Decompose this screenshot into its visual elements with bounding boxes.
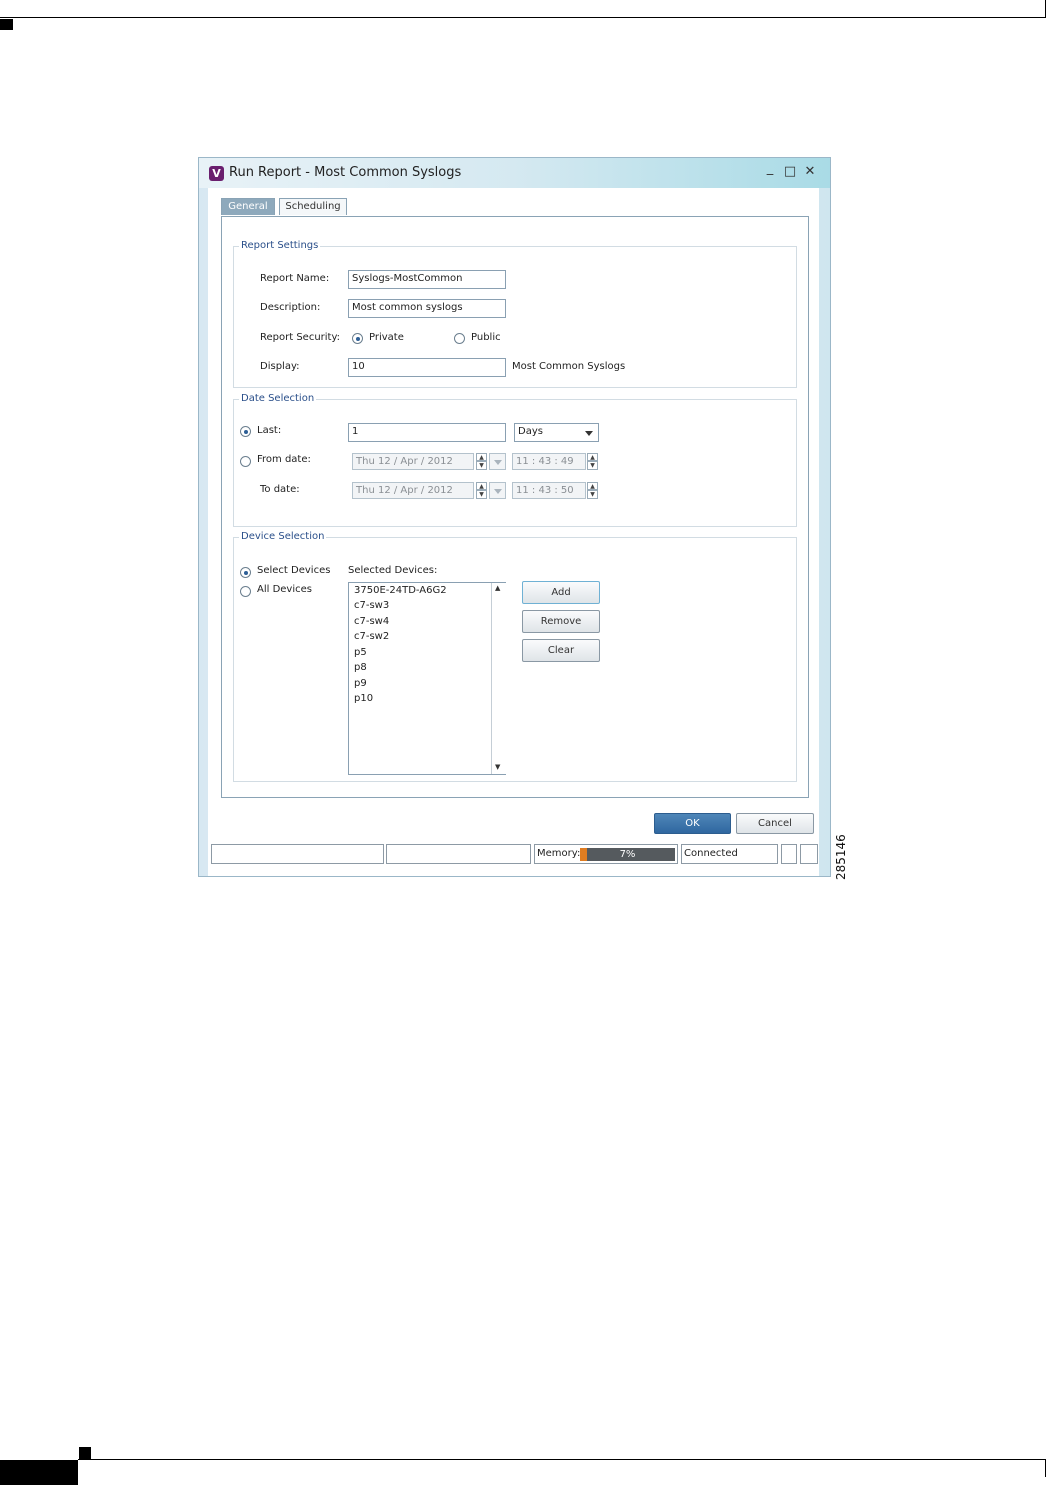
scroll-up-icon[interactable]: ▲ (495, 584, 500, 592)
general-tab-panel: Report Settings Report Name: Syslogs-Mos… (221, 216, 809, 798)
to-date-field[interactable]: Thu 12 / Apr / 2012 (352, 482, 474, 499)
select-devices-radio[interactable] (240, 567, 251, 578)
close-button[interactable]: ✕ (802, 164, 818, 180)
to-date-calendar-dropdown[interactable] (489, 482, 506, 499)
connection-status: Connected (681, 844, 778, 864)
page-bottom-rule-tick (1045, 1459, 1046, 1477)
select-devices-label: Select Devices (257, 565, 331, 576)
status-cell-6 (800, 844, 818, 864)
report-settings-legend: Report Settings (239, 240, 321, 251)
selected-devices-label: Selected Devices: (348, 565, 438, 576)
all-devices-label: All Devices (257, 584, 312, 595)
list-item[interactable]: c7-sw2 (354, 631, 389, 642)
display-count-input[interactable]: 10 (348, 358, 506, 377)
public-radio[interactable] (454, 333, 465, 344)
display-suffix-label: Most Common Syslogs (512, 361, 626, 372)
to-time-spin-up-icon[interactable]: ▲ (587, 482, 598, 490)
app-logo-icon: V (209, 166, 224, 181)
status-cell-2 (386, 844, 531, 864)
from-date-spin-up-icon[interactable]: ▲ (476, 453, 487, 461)
page-top-rule-tick (1045, 0, 1046, 18)
page-bottom-rule (78, 1459, 1046, 1460)
tab-general[interactable]: General (221, 198, 275, 215)
list-item[interactable]: 3750E-24TD-A6G2 (354, 585, 447, 596)
status-cell-1 (211, 844, 384, 864)
memory-status: Memory: 7% (534, 844, 678, 864)
page-top-marker (0, 19, 13, 30)
private-radio-label: Private (369, 332, 404, 343)
last-label: Last: (257, 425, 282, 436)
private-radio[interactable] (352, 333, 363, 344)
from-date-radio[interactable] (240, 456, 251, 467)
device-selection-legend: Device Selection (239, 531, 327, 542)
from-date-field[interactable]: Thu 12 / Apr / 2012 (352, 453, 474, 470)
run-report-window: V Run Report - Most Common Syslogs _ □ ✕… (198, 157, 831, 877)
list-item[interactable]: c7-sw3 (354, 600, 389, 611)
window-title: Run Report - Most Common Syslogs (229, 165, 462, 180)
clear-devices-button[interactable]: Clear (522, 639, 600, 662)
figure-number: 285146 (834, 834, 848, 880)
list-item[interactable]: p8 (354, 662, 367, 673)
from-date-label: From date: (257, 454, 311, 465)
last-radio-dot (243, 429, 248, 434)
last-radio[interactable] (240, 426, 251, 437)
device-list-scrollbar[interactable]: ▲ ▼ (491, 583, 506, 774)
description-label: Description: (260, 302, 321, 313)
list-item[interactable]: c7-sw4 (354, 616, 389, 627)
scroll-down-icon[interactable]: ▼ (495, 763, 500, 771)
date-selection-legend: Date Selection (239, 393, 317, 404)
report-name-label: Report Name: (260, 273, 330, 284)
display-label: Display: (260, 361, 300, 372)
list-item[interactable]: p10 (354, 693, 373, 704)
minimize-button[interactable]: _ (762, 161, 778, 177)
memory-usage-bar: 7% (580, 848, 675, 861)
title-bar[interactable]: V Run Report - Most Common Syslogs _ □ ✕ (199, 158, 830, 188)
all-devices-radio[interactable] (240, 586, 251, 597)
tab-scheduling[interactable]: Scheduling (279, 198, 347, 215)
select-devices-radio-dot (243, 570, 248, 575)
from-time-spin-up-icon[interactable]: ▲ (587, 453, 598, 461)
list-item[interactable]: p5 (354, 647, 367, 658)
maximize-button[interactable]: □ (782, 164, 798, 180)
last-unit-select[interactable]: Days (514, 423, 599, 442)
to-time-spin-down-icon[interactable]: ▼ (587, 490, 598, 499)
calendar-chevron-icon (494, 460, 502, 465)
selected-devices-list[interactable]: 3750E-24TD-A6G2 c7-sw3 c7-sw4 c7-sw2 p5 … (348, 582, 506, 775)
memory-label: Memory: (537, 848, 581, 859)
page-footer-block (0, 1460, 78, 1485)
description-input[interactable]: Most common syslogs (348, 299, 506, 318)
from-date-calendar-dropdown[interactable] (489, 453, 506, 470)
public-radio-label: Public (471, 332, 501, 343)
last-unit-value: Days (518, 426, 543, 437)
report-name-input[interactable]: Syslogs-MostCommon (348, 270, 506, 289)
memory-percent: 7% (619, 849, 636, 860)
last-value-input[interactable]: 1 (348, 423, 506, 442)
from-time-spin-down-icon[interactable]: ▼ (587, 461, 598, 470)
page-top-rule (0, 17, 1046, 18)
private-radio-dot (355, 336, 360, 341)
list-item[interactable]: p9 (354, 678, 367, 689)
page-bottom-marker (79, 1447, 91, 1459)
from-date-spin-down-icon[interactable]: ▼ (476, 461, 487, 470)
to-date-spin-down-icon[interactable]: ▼ (476, 490, 487, 499)
report-security-label: Report Security: (260, 332, 341, 343)
ok-button[interactable]: OK (654, 813, 731, 834)
status-cell-5 (781, 844, 797, 864)
cancel-button[interactable]: Cancel (736, 813, 814, 834)
remove-device-button[interactable]: Remove (522, 610, 600, 633)
to-date-label: To date: (260, 484, 300, 495)
to-date-spin-up-icon[interactable]: ▲ (476, 482, 487, 490)
add-device-button[interactable]: Add (522, 581, 600, 604)
calendar-chevron-icon (494, 489, 502, 494)
from-time-field[interactable]: 11 : 43 : 49 (512, 453, 586, 470)
chevron-down-icon (585, 431, 593, 436)
to-time-field[interactable]: 11 : 43 : 50 (512, 482, 586, 499)
